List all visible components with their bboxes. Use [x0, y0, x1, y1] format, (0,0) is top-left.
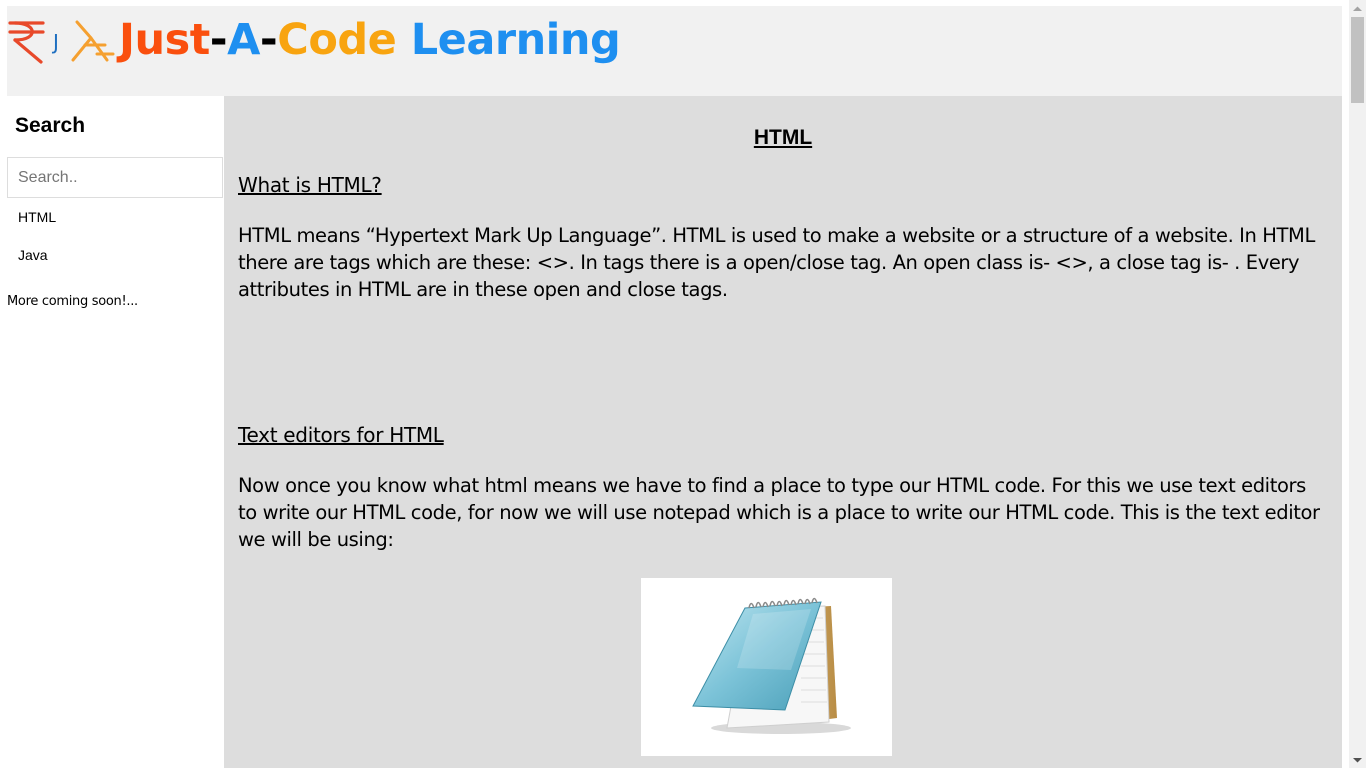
scroll-down-arrow-icon[interactable]: [1349, 751, 1366, 768]
svg-text:J: J: [51, 30, 59, 54]
notepad-image: [641, 578, 892, 756]
page: J Just-A-Code Learning Search HTML Java …: [0, 0, 1366, 768]
brand-part-a: A: [227, 15, 260, 65]
section-paragraph-text-editors: Now once you know what html means we hav…: [238, 474, 1320, 551]
section-paragraph-what-is-html: HTML means “Hypertext Mark Up Language”.…: [238, 224, 1315, 301]
scroll-up-arrow-icon[interactable]: [1349, 0, 1366, 17]
coming-soon-note: More coming soon!...: [7, 294, 138, 309]
brand-part-dash-1: -: [209, 15, 228, 65]
sidebar-title: Search: [15, 114, 86, 137]
notepad-icon: [692, 597, 851, 734]
page-scrollbar[interactable]: [1349, 0, 1366, 768]
brand-part-learning: Learning: [396, 15, 621, 65]
search-input[interactable]: [7, 157, 223, 198]
main-content: HTML What is HTML? HTML means “Hypertext…: [224, 96, 1342, 768]
site-header: J Just-A-Code Learning: [7, 6, 1342, 96]
section-heading-text-editors: Text editors for HTML: [238, 423, 444, 447]
site-logo-icon[interactable]: J: [7, 12, 117, 68]
page-title: HTML: [753, 126, 813, 149]
brand-part-just: Just: [119, 15, 210, 65]
brand-part-code: Code: [277, 15, 397, 65]
scroll-thumb[interactable]: [1351, 17, 1364, 103]
sidebar-link-html[interactable]: HTML: [18, 209, 56, 225]
sidebar-link-java[interactable]: Java: [18, 247, 48, 263]
site-brand-title[interactable]: Just-A-Code Learning: [119, 11, 621, 69]
brand-part-dash-2: -: [259, 15, 278, 65]
sidebar: Search HTML Java More coming soon!...: [7, 96, 224, 768]
section-heading-what-is-html: What is HTML?: [238, 173, 382, 197]
